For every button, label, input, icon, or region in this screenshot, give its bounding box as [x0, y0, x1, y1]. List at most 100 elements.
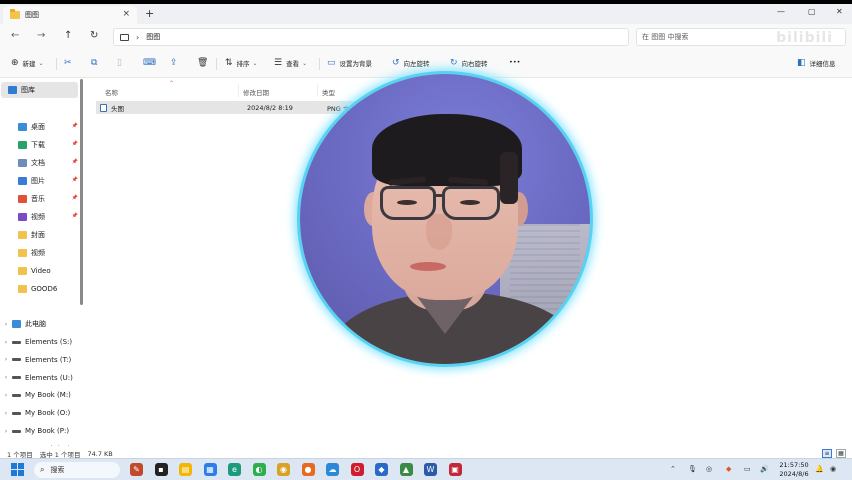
chevron-right-icon[interactable]: › [0, 339, 12, 346]
file-explorer-icon[interactable]: ▤ [179, 463, 192, 476]
weather-icon[interactable]: ☁ [326, 463, 339, 476]
refresh-button[interactable]: ↻ [90, 30, 98, 41]
column-divider[interactable] [238, 84, 239, 97]
new-tab-button[interactable]: + [145, 7, 154, 20]
sidebar-item-drive[interactable]: › Elements (U:) [0, 371, 80, 385]
sidebar-item-gallery[interactable]: 图库 [1, 82, 78, 98]
sidebar-item[interactable]: Video [0, 264, 80, 278]
terminal-icon[interactable]: ▪ [154, 463, 168, 476]
sidebar-item-drive[interactable]: › My Book (P:) [0, 424, 80, 438]
column-type[interactable]: 类型 [322, 87, 335, 97]
tiles-view-icon[interactable]: ▦ [836, 449, 846, 458]
sidebar-item[interactable]: 图片 📌 [0, 174, 80, 188]
pin-icon[interactable]: 📌 [72, 213, 78, 219]
details-pane-button[interactable]: ◧ 详细信息 [797, 58, 836, 68]
sort-button[interactable]: ⇅ 排序 ⌄ [225, 58, 258, 68]
folder-icon [18, 195, 27, 203]
paste-button[interactable]: ▯ [117, 58, 126, 68]
webcam-overlay [300, 74, 590, 364]
sidebar-item-drive[interactable]: › My Book (M:) [0, 388, 80, 402]
sidebar-item-this-pc[interactable]: › 此电脑 [0, 317, 80, 331]
trash-icon: 🗑 [197, 58, 209, 68]
pin-icon[interactable]: 📌 [72, 195, 78, 201]
bell-icon[interactable]: 🔔 [815, 465, 824, 473]
sidebar-item[interactable]: 下载 📌 [0, 138, 80, 152]
opera-icon[interactable]: O [350, 463, 364, 476]
cut-button[interactable]: ✂ [64, 58, 76, 68]
set-wallpaper-button[interactable]: ▭ 设置为背景 [327, 58, 372, 68]
pin-icon[interactable]: 📌 [72, 177, 78, 183]
blue-app-icon[interactable]: ◆ [375, 463, 388, 476]
clock[interactable]: 21:57:50 2024/8/6 [776, 461, 812, 479]
sidebar-item[interactable]: 桌面 📌 [0, 120, 80, 134]
store-icon[interactable]: ▦ [203, 463, 217, 476]
toolbar-divider [216, 58, 217, 70]
paint-icon[interactable]: ✎ [130, 463, 143, 476]
address-field[interactable]: › 图图 [113, 28, 629, 46]
up-button[interactable]: ↑ [64, 30, 72, 41]
copy-button[interactable]: ⧉ [91, 58, 101, 68]
column-divider[interactable] [317, 84, 318, 97]
column-modified[interactable]: 修改日期 [243, 87, 269, 97]
column-name[interactable]: 名称 [105, 87, 118, 97]
green-badge-app-icon[interactable]: ▲ [399, 463, 413, 476]
edge-icon[interactable]: e [228, 463, 241, 476]
tray-app-icon[interactable]: ◎ [706, 465, 712, 473]
sidebar-item[interactable]: 封面 [0, 228, 80, 242]
search-input[interactable]: 在 图图 中搜索 bilibili [636, 28, 846, 46]
share-button[interactable]: ⇪ [170, 58, 182, 68]
green-app-icon[interactable]: ◐ [252, 463, 266, 476]
rename-button[interactable]: ⌨ [143, 58, 160, 68]
sidebar-item-drive[interactable]: › Elements (T:) [0, 353, 80, 367]
tray-app-icon[interactable]: ◆ [726, 465, 731, 473]
pin-icon[interactable]: 📌 [72, 123, 78, 129]
forward-button[interactable]: → [37, 30, 45, 41]
windows-start-button[interactable] [11, 463, 25, 477]
sidebar-item[interactable]: 视频 [0, 246, 80, 260]
volume-icon[interactable]: 🔊 [760, 465, 769, 473]
taskbar-search[interactable]: ⌕ 搜索 [34, 462, 120, 478]
sidebar-item-drive[interactable]: › Elements (S:) [0, 335, 80, 349]
share-icon: ⇪ [170, 58, 178, 68]
chevron-right-icon[interactable]: › [0, 392, 12, 399]
chevron-right-icon[interactable]: › [0, 410, 12, 417]
pin-icon[interactable]: 📌 [72, 159, 78, 165]
folder-icon [18, 267, 27, 275]
table-row[interactable]: 头图 2024/8/2 8:19 PNG 文件 [96, 101, 386, 114]
pin-icon[interactable]: 📌 [72, 141, 78, 147]
new-button-label: 新建 [22, 60, 36, 68]
chevron-right-icon[interactable]: › [0, 374, 12, 381]
sidebar-item[interactable]: 视频 📌 [0, 210, 80, 224]
new-button[interactable]: ⊕ 新建 ⌄ [11, 58, 44, 68]
microphone-icon[interactable]: 🎙 [688, 465, 697, 473]
close-tab-icon[interactable]: × [122, 9, 130, 19]
chevron-right-icon[interactable]: › [0, 321, 12, 328]
chrome-icon[interactable]: ◉ [277, 463, 290, 476]
tab-folder[interactable]: 图图 × [3, 6, 137, 24]
rotate-right-button[interactable]: ↻ 向右旋转 [450, 58, 488, 68]
back-button[interactable]: ← [11, 30, 19, 41]
view-button[interactable]: ☰ 查看 ⌄ [274, 58, 307, 68]
sidebar-item[interactable]: 文档 📌 [0, 156, 80, 170]
word-icon[interactable]: W [424, 463, 437, 476]
sidebar-item[interactable]: GOOD6 [0, 282, 80, 296]
chevron-right-icon[interactable]: › [0, 356, 12, 363]
details-view-icon[interactable]: ≡ [822, 449, 832, 458]
sidebar-item[interactable]: 音乐 📌 [0, 192, 80, 206]
red-app-icon[interactable]: ▣ [448, 463, 462, 476]
rotate-left-button[interactable]: ↺ 向左旋转 [392, 58, 430, 68]
firefox-icon[interactable]: ● [301, 463, 315, 476]
copilot-icon[interactable]: ◉ [830, 465, 836, 473]
minimize-button[interactable]: — [777, 7, 785, 16]
sidebar-item-drive[interactable]: › My Book (O:) [0, 406, 80, 420]
file-name: 头图 [111, 104, 124, 113]
network-icon[interactable]: ▭ [744, 465, 751, 473]
chevron-right-icon[interactable]: › [0, 428, 12, 435]
delete-button[interactable]: 🗑 [197, 58, 212, 68]
breadcrumb-folder[interactable]: 图图 [146, 32, 160, 42]
close-window-button[interactable]: ✕ [836, 7, 843, 16]
more-options-button[interactable]: ••• [509, 58, 521, 66]
sidebar-scrollbar[interactable] [80, 79, 83, 305]
maximize-button[interactable]: ▢ [808, 7, 816, 16]
chevron-up-icon[interactable]: ⌃ [670, 465, 676, 473]
